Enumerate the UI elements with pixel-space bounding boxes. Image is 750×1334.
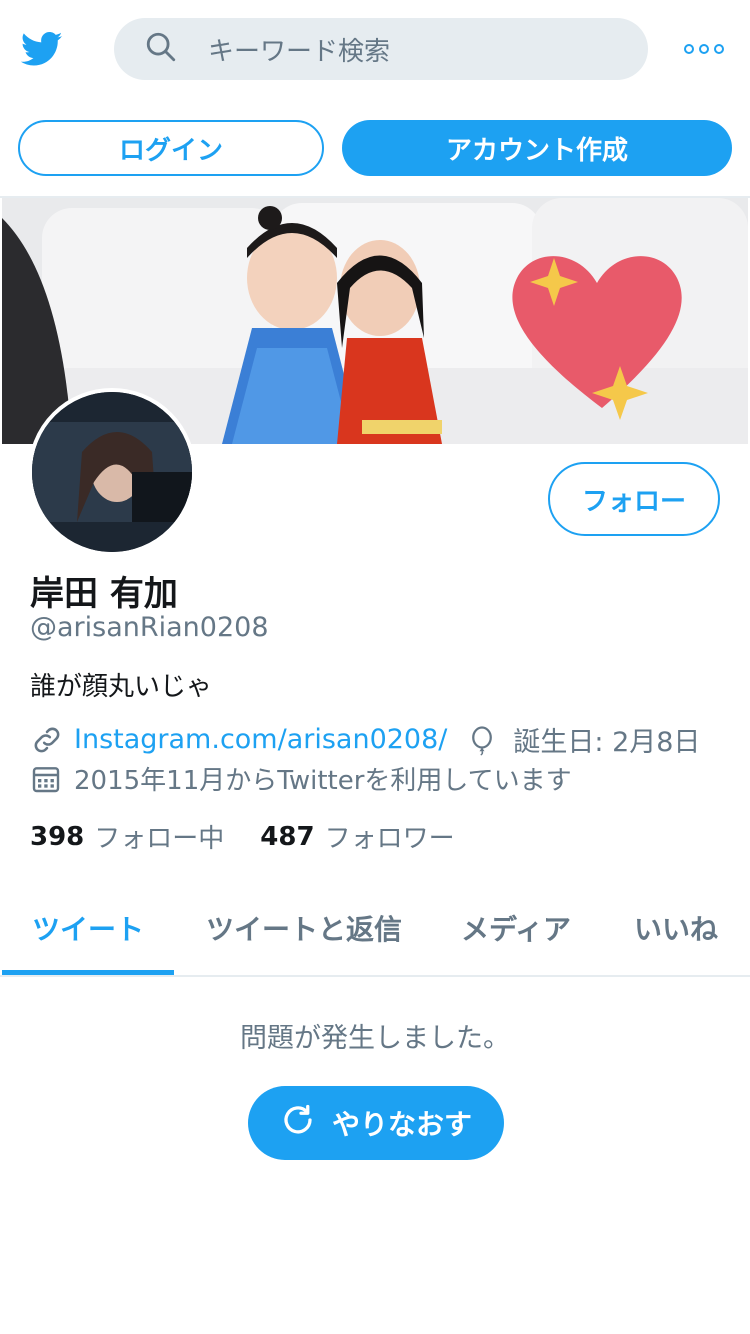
tab-tweets-and-replies[interactable]: ツイートと返信 (206, 908, 402, 948)
login-button[interactable]: ログイン (18, 120, 324, 176)
profile-stats: 398 フォロー中 487 フォロワー (30, 818, 455, 855)
follow-button[interactable]: フォロー (548, 462, 720, 536)
profile-tabs: ツイート ツイートと返信 メディア いいね (0, 880, 750, 976)
profile-joined-row: 2015年11月からTwitterを利用しています (30, 760, 572, 797)
following-count: 398 (30, 821, 85, 852)
twitter-logo-icon[interactable] (18, 28, 66, 70)
refresh-icon (280, 1102, 332, 1145)
following-label: フォロー中 (94, 824, 225, 854)
retry-label: やりなおす (331, 1108, 472, 1141)
profile-display-name: 岸田 有加 (30, 574, 178, 614)
link-icon (30, 723, 64, 757)
profile-meta-row: Instagram.com/arisan0208/ 誕生日: 2月8日 (30, 720, 700, 759)
search-placeholder: キーワード検索 (208, 36, 391, 67)
followers-label: フォロワー (324, 824, 455, 854)
followers-count: 487 (260, 821, 315, 852)
followers-stat[interactable]: 487 フォロワー (260, 818, 454, 855)
birthday-text: 誕生日: 2月8日 (513, 727, 701, 758)
profile-avatar[interactable] (28, 388, 196, 556)
more-options-icon[interactable] (684, 40, 724, 58)
joined-text: 2015年11月からTwitterを利用しています (74, 766, 572, 796)
error-message: 問題が発生しました。 (240, 1023, 510, 1054)
retry-button[interactable]: やりなおす (248, 1086, 504, 1160)
profile-website-link[interactable]: Instagram.com/arisan0208/ (74, 724, 447, 755)
profile-bio: 誰が顔丸いじゃ (30, 672, 213, 702)
tab-media[interactable]: メディア (461, 908, 571, 948)
balloon-icon (467, 723, 501, 757)
following-stat[interactable]: 398 フォロー中 (30, 818, 224, 855)
calendar-icon (30, 763, 62, 795)
tab-tweets[interactable]: ツイート (32, 908, 144, 948)
signup-button[interactable]: アカウント作成 (342, 120, 732, 176)
tab-likes[interactable]: いいね (634, 908, 718, 948)
search-input[interactable]: キーワード検索 (114, 18, 648, 80)
profile-handle: @arisanRian0208 (30, 612, 269, 643)
tabs-divider (0, 975, 750, 977)
search-icon (144, 30, 178, 68)
profile-birthday: 誕生日: 2月8日 (467, 720, 700, 759)
